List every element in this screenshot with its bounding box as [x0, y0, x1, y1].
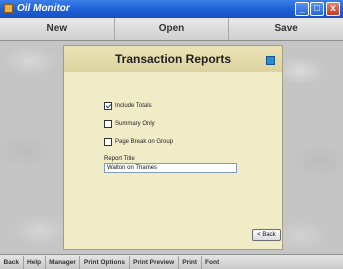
summary-only-checkbox[interactable]	[104, 120, 112, 128]
bottom-toolbar: Back Help Manager Print Options Print Pr…	[0, 254, 343, 269]
close-button[interactable]: x	[326, 2, 340, 16]
panel-title: Transaction Reports	[114, 52, 232, 66]
include-totals-checkbox[interactable]	[104, 102, 112, 110]
save-button[interactable]: Save	[229, 18, 343, 40]
panel-header: Transaction Reports	[64, 46, 282, 72]
summary-only-option[interactable]: Summary Only	[104, 119, 155, 129]
summary-only-label: Summary Only	[115, 121, 155, 127]
minimize-button[interactable]: _	[295, 2, 309, 16]
print-options-toolbar-button[interactable]: Print Options	[80, 255, 130, 269]
report-title-input[interactable]: Walton on Thames	[104, 163, 237, 173]
print-toolbar-button[interactable]: Print	[179, 255, 202, 269]
help-icon[interactable]	[266, 56, 275, 65]
report-title-label: Report Title	[104, 156, 135, 162]
new-button[interactable]: New	[0, 18, 115, 40]
include-totals-option[interactable]: Include Totals	[104, 101, 152, 111]
manager-toolbar-button[interactable]: Manager	[46, 255, 81, 269]
maximize-button[interactable]: □	[310, 2, 324, 16]
back-toolbar-button[interactable]: Back	[0, 255, 24, 269]
font-toolbar-button[interactable]: Font	[202, 256, 223, 269]
report-panel: Transaction Reports Include Totals Summa…	[63, 45, 283, 250]
print-preview-toolbar-button[interactable]: Print Preview	[130, 255, 179, 269]
page-break-label: Page Break on Group	[115, 139, 174, 145]
page-break-option[interactable]: Page Break on Group	[104, 137, 173, 147]
include-totals-label: Include Totals	[115, 103, 152, 109]
back-button[interactable]: < Back	[252, 229, 281, 241]
help-toolbar-button[interactable]: Help	[24, 255, 46, 269]
page-break-checkbox[interactable]	[104, 138, 112, 146]
top-toolbar: New Open Save	[0, 18, 343, 41]
app-icon	[4, 4, 13, 13]
window-title: Oil Monitor	[17, 3, 70, 14]
title-bar: Oil Monitor _ □ x	[0, 0, 343, 18]
open-button[interactable]: Open	[115, 18, 230, 40]
